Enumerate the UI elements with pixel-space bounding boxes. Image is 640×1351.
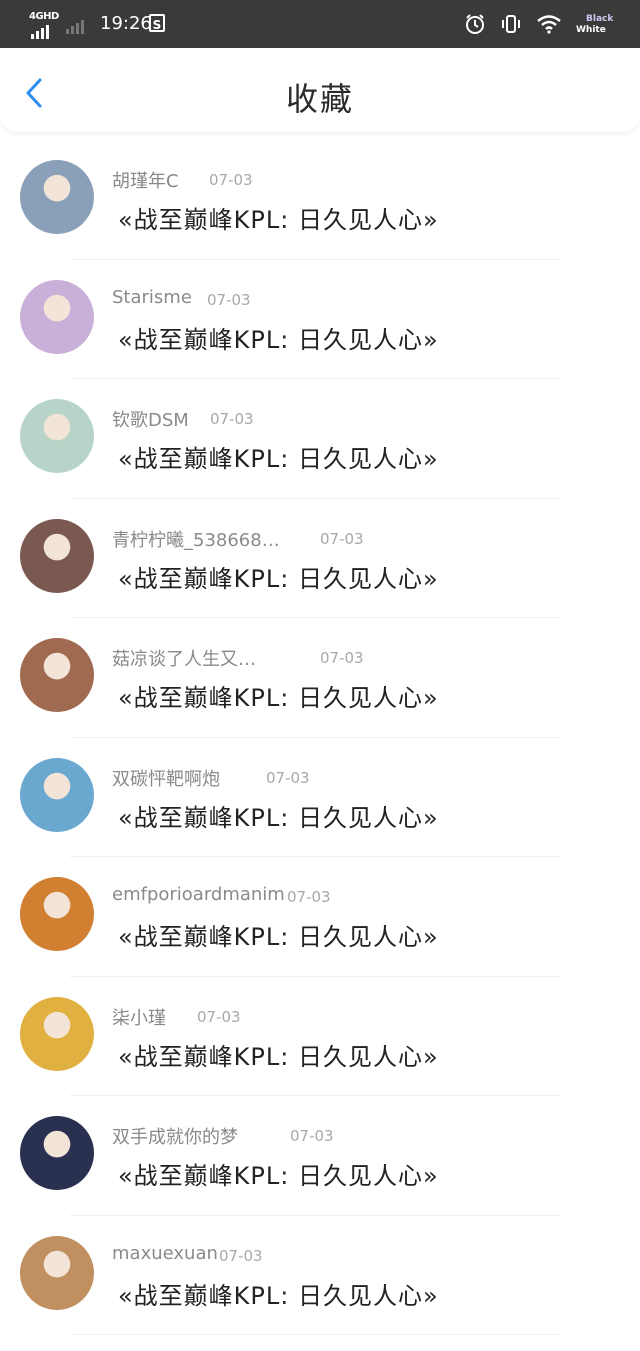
post-title[interactable]: «战至巅峰KPL: 日久见人心» bbox=[118, 1156, 439, 1191]
signal-icon bbox=[31, 25, 49, 39]
list-item[interactable]: maxuexuan 07-03 «战至巅峰KPL: 日久见人心» bbox=[0, 1216, 640, 1335]
divider bbox=[70, 1334, 560, 1335]
post-date: 07-03 bbox=[266, 768, 310, 787]
app-notification-icon: S bbox=[149, 14, 165, 32]
avatar[interactable] bbox=[20, 518, 94, 593]
post-date: 07-03 bbox=[287, 888, 331, 906]
nav-bar: 收藏 bbox=[0, 48, 640, 132]
list-item[interactable]: 胡瑾年C 07-03 «战至巅峰KPL: 日久见人心» bbox=[0, 140, 640, 260]
user-name[interactable]: 钦歌DSM bbox=[112, 406, 189, 432]
list-item[interactable]: 钦歌DSM 07-03 «战至巅峰KPL: 日久见人心» bbox=[0, 379, 640, 499]
user-name[interactable]: 双碳怦靶啊炮 bbox=[112, 765, 220, 791]
avatar[interactable] bbox=[20, 996, 94, 1071]
post-date: 07-03 bbox=[210, 410, 254, 428]
list-item[interactable]: 双碳怦靶啊炮 07-03 «战至巅峰KPL: 日久见人心» bbox=[0, 738, 640, 857]
post-date: 07-03 bbox=[320, 649, 364, 667]
user-name[interactable]: 胡瑾年C bbox=[112, 167, 179, 193]
user-name[interactable]: 柒小瑾 bbox=[112, 1004, 166, 1030]
post-date: 07-03 bbox=[209, 171, 253, 189]
post-date: 07-03 bbox=[197, 1007, 241, 1026]
post-title[interactable]: «战至巅峰KPL: 日久见人心» bbox=[118, 1276, 439, 1311]
clock: 19:26 bbox=[100, 13, 152, 34]
post-title[interactable]: «战至巅峰KPL: 日久见人心» bbox=[118, 1037, 439, 1072]
page-title: 收藏 bbox=[285, 80, 354, 118]
user-name[interactable]: maxuexuan bbox=[112, 1243, 218, 1264]
user-name[interactable]: 青柠柠曦_538668… bbox=[112, 526, 280, 552]
black-white-badge: Black White bbox=[576, 14, 614, 35]
post-title[interactable]: «战至巅峰KPL: 日久见人心» bbox=[118, 678, 439, 713]
avatar[interactable] bbox=[20, 160, 94, 234]
post-title[interactable]: «战至巅峰KPL: 日久见人心» bbox=[118, 559, 439, 594]
post-title[interactable]: «战至巅峰KPL: 日久见人心» bbox=[118, 320, 439, 355]
avatar[interactable] bbox=[20, 399, 94, 473]
list-item[interactable]: emfporioardmanim 07-03 «战至巅峰KPL: 日久见人心» bbox=[0, 857, 640, 977]
post-date: 07-03 bbox=[320, 529, 364, 548]
status-bar: 4GHD 19:26 S Black White bbox=[0, 0, 640, 48]
user-name[interactable]: Starisme bbox=[112, 287, 192, 308]
post-title[interactable]: «战至巅峰KPL: 日久见人心» bbox=[118, 917, 439, 952]
user-name[interactable]: emfporioardmanim bbox=[112, 884, 285, 905]
wifi-icon bbox=[537, 15, 561, 34]
post-date: 07-03 bbox=[290, 1127, 334, 1145]
signal-secondary-icon bbox=[66, 20, 84, 34]
list-item[interactable]: 双手成就你的梦 07-03 «战至巅峰KPL: 日久见人心» bbox=[0, 1096, 640, 1216]
network-type: 4GHD bbox=[29, 11, 59, 22]
user-name[interactable]: 双手成就你的梦 bbox=[112, 1123, 238, 1149]
post-date: 07-03 bbox=[219, 1246, 263, 1265]
list-item[interactable]: Starisme 07-03 «战至巅峰KPL: 日久见人心» bbox=[0, 260, 640, 379]
avatar[interactable] bbox=[20, 757, 94, 832]
alarm-icon bbox=[466, 14, 484, 34]
post-title[interactable]: «战至巅峰KPL: 日久见人心» bbox=[118, 439, 439, 474]
list-item[interactable]: 菇凉谈了人生又… 07-03 «战至巅峰KPL: 日久见人心» bbox=[0, 618, 640, 738]
avatar[interactable] bbox=[20, 279, 94, 354]
avatar[interactable] bbox=[20, 1116, 94, 1190]
avatar[interactable] bbox=[20, 638, 94, 712]
favorites-list: 胡瑾年C 07-03 «战至巅峰KPL: 日久见人心» Starisme 07-… bbox=[0, 140, 640, 1335]
list-item[interactable]: 青柠柠曦_538668… 07-03 «战至巅峰KPL: 日久见人心» bbox=[0, 499, 640, 618]
post-title[interactable]: «战至巅峰KPL: 日久见人心» bbox=[118, 798, 439, 833]
vibrate-icon bbox=[502, 15, 520, 33]
post-date: 07-03 bbox=[207, 290, 251, 309]
avatar[interactable] bbox=[20, 1235, 94, 1310]
user-name[interactable]: 菇凉谈了人生又… bbox=[112, 645, 256, 671]
post-title[interactable]: «战至巅峰KPL: 日久见人心» bbox=[118, 200, 439, 235]
list-item[interactable]: 柒小瑾 07-03 «战至巅峰KPL: 日久见人心» bbox=[0, 977, 640, 1096]
avatar[interactable] bbox=[20, 877, 94, 951]
